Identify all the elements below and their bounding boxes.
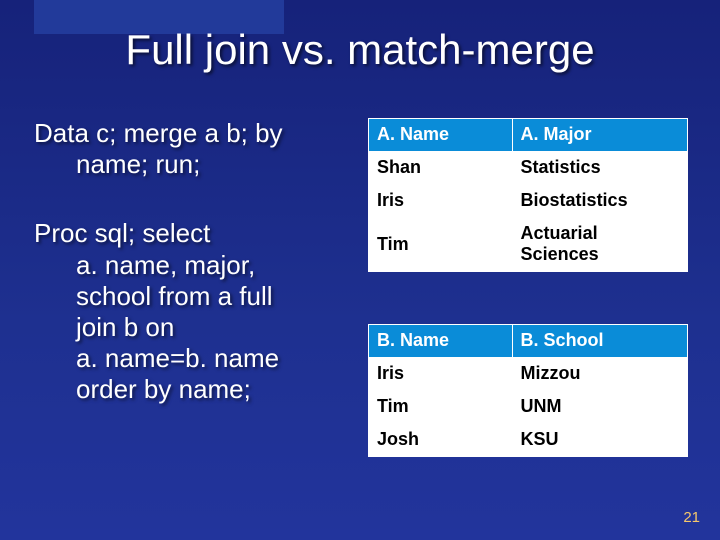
table-header: B. Name <box>369 325 513 358</box>
code-line: school from a full <box>34 281 356 312</box>
table-row: Iris Mizzou <box>369 358 688 391</box>
table-cell: Actuarial Sciences <box>512 218 687 272</box>
code-line: name; run; <box>34 149 356 180</box>
table-header: A. Name <box>369 119 513 152</box>
table-row: Iris Biostatistics <box>369 185 688 218</box>
table-row: Shan Statistics <box>369 152 688 185</box>
table-b: B. Name B. School Iris Mizzou Tim UNM Jo… <box>368 324 688 457</box>
table-cell: Shan <box>369 152 513 185</box>
code-line: a. name, major, <box>34 250 356 281</box>
table-cell: Mizzou <box>512 358 687 391</box>
table-cell: KSU <box>512 424 687 457</box>
code-block-sql: Proc sql; select a. name, major, school … <box>34 218 356 405</box>
table-header-row: A. Name A. Major <box>369 119 688 152</box>
left-column: Data c; merge a b; by name; run; Proc sq… <box>34 118 356 444</box>
code-line: join b on <box>34 312 356 343</box>
table-cell: Josh <box>369 424 513 457</box>
table-cell: Statistics <box>512 152 687 185</box>
page-number: 21 <box>683 509 700 526</box>
code-line: Proc sql; select <box>34 218 356 249</box>
code-block-merge: Data c; merge a b; by name; run; <box>34 118 356 180</box>
table-cell: Iris <box>369 185 513 218</box>
code-line: Data c; merge a b; by <box>34 118 356 149</box>
code-line: order by name; <box>34 374 356 405</box>
table-a: A. Name A. Major Shan Statistics Iris Bi… <box>368 118 688 272</box>
table-cell: Tim <box>369 218 513 272</box>
table-cell: Iris <box>369 358 513 391</box>
table-header: B. School <box>512 325 687 358</box>
table-header: A. Major <box>512 119 687 152</box>
slide: Full join vs. match-merge Data c; merge … <box>0 0 720 540</box>
table-cell: Biostatistics <box>512 185 687 218</box>
code-line: a. name=b. name <box>34 343 356 374</box>
table-cell: Tim <box>369 391 513 424</box>
table-cell: UNM <box>512 391 687 424</box>
table-header-row: B. Name B. School <box>369 325 688 358</box>
table-row: Josh KSU <box>369 424 688 457</box>
right-column: A. Name A. Major Shan Statistics Iris Bi… <box>368 118 688 509</box>
slide-title: Full join vs. match-merge <box>0 26 720 74</box>
table-row: Tim Actuarial Sciences <box>369 218 688 272</box>
table-row: Tim UNM <box>369 391 688 424</box>
